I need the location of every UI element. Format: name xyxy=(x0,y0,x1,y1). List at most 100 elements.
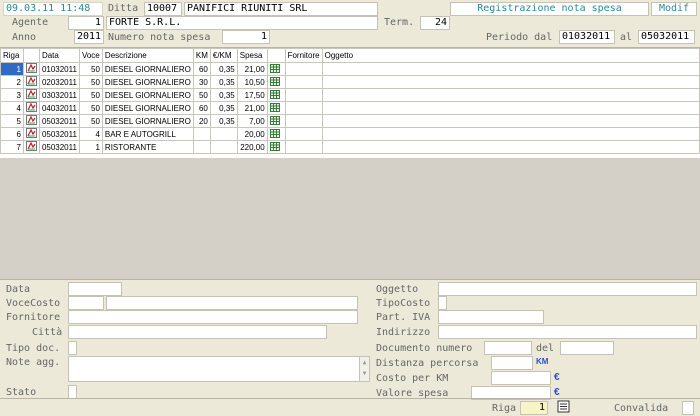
expense-grid[interactable]: Riga Data Voce Descrizione KM €/KM Spesa… xyxy=(0,47,700,280)
riga-field[interactable]: 1 xyxy=(520,401,548,415)
edit-icon[interactable] xyxy=(22,140,40,154)
indirizzo-field[interactable] xyxy=(438,325,697,339)
cell-descrizione: DIESEL GIORNALIERO xyxy=(101,101,194,115)
agente-code-field[interactable]: 1 xyxy=(68,16,104,30)
data-field[interactable] xyxy=(68,282,122,296)
col-header-descrizione[interactable]: Descrizione xyxy=(101,48,194,63)
vocecosto-code-field[interactable] xyxy=(68,296,104,310)
cell-riga: 2 xyxy=(0,75,24,89)
documento-numero-field[interactable] xyxy=(484,341,532,355)
tipodoc-field[interactable] xyxy=(68,341,77,355)
oggetto-field[interactable] xyxy=(438,282,697,296)
col-header-data[interactable]: Data xyxy=(38,48,80,63)
spreadsheet-icon[interactable] xyxy=(266,101,286,115)
table-row[interactable]: 5 05032011 50 DIESEL GIORNALIERO 20 0,35 7,00 xyxy=(0,114,700,128)
cell-riga: 3 xyxy=(0,88,24,102)
edit-icon[interactable] xyxy=(22,75,40,89)
edit-icon[interactable] xyxy=(22,62,40,76)
cell-riga: 1 xyxy=(0,62,24,76)
noteagg-textarea[interactable] xyxy=(68,356,370,382)
col-header-sheet xyxy=(266,48,286,63)
cell-oggetto xyxy=(321,75,700,89)
anno-field[interactable]: 2011 xyxy=(74,30,104,44)
edit-icon[interactable] xyxy=(22,127,40,141)
tipocosto-field[interactable] xyxy=(438,296,447,310)
spreadsheet-icon[interactable] xyxy=(266,127,286,141)
edit-icon[interactable] xyxy=(22,101,40,115)
cell-riga: 6 xyxy=(0,127,24,141)
euro-unit-valore: € xyxy=(554,387,560,398)
cell-eur-km: 0,35 xyxy=(209,75,238,89)
cell-descrizione: DIESEL GIORNALIERO xyxy=(101,88,194,102)
costokm-field[interactable] xyxy=(491,371,551,385)
cell-voce: 50 xyxy=(78,75,103,89)
edit-icon[interactable] xyxy=(22,88,40,102)
cell-spesa: 21,00 xyxy=(236,62,268,76)
cell-voce: 50 xyxy=(78,62,103,76)
cell-oggetto xyxy=(321,114,700,128)
datetime-display: 09.03.11 11:48 xyxy=(3,2,103,16)
citta-field[interactable] xyxy=(68,325,327,339)
scroll-up-icon[interactable]: ▲ xyxy=(360,357,369,368)
riga-label: Riga xyxy=(492,403,517,414)
table-row[interactable]: 7 05032011 1 RISTORANTE 220,00 xyxy=(0,140,700,154)
cell-spesa: 20,00 xyxy=(236,127,268,141)
cell-descrizione: RISTORANTE xyxy=(101,140,194,154)
col-header-fornitore[interactable]: Fornitore xyxy=(284,48,323,63)
periodo-al-field[interactable]: 05032011 xyxy=(638,30,695,44)
cell-data: 03032011 xyxy=(38,88,80,102)
col-header-km[interactable]: KM xyxy=(192,48,211,63)
fornitore-field[interactable] xyxy=(68,310,358,324)
col-header-eur-km[interactable]: €/KM xyxy=(209,48,238,63)
cell-data: 02032011 xyxy=(38,75,80,89)
cell-spesa: 220,00 xyxy=(236,140,268,154)
col-header-icon xyxy=(22,48,40,63)
col-header-oggetto[interactable]: Oggetto xyxy=(321,48,700,63)
term-field: 24 xyxy=(420,16,450,30)
cell-oggetto xyxy=(321,101,700,115)
ditta-name-field: PANIFICI RIUNITI SRL xyxy=(184,2,378,16)
numero-nota-field[interactable]: 1 xyxy=(222,30,270,44)
noteagg-scrollbar[interactable]: ▲ ▼ xyxy=(359,357,369,381)
cell-eur-km: 0,35 xyxy=(209,62,238,76)
stato-label: Stato xyxy=(6,387,37,398)
spreadsheet-icon[interactable] xyxy=(266,140,286,154)
cell-km: 60 xyxy=(192,62,211,76)
edit-icon[interactable] xyxy=(22,114,40,128)
table-row[interactable]: 4 04032011 50 DIESEL GIORNALIERO 60 0,35 21,00 xyxy=(0,101,700,115)
document-icon[interactable] xyxy=(557,400,571,413)
table-header-row: Riga Data Voce Descrizione KM €/KM Spesa… xyxy=(0,48,700,63)
col-header-voce[interactable]: Voce xyxy=(78,48,103,63)
documento-data-field[interactable] xyxy=(560,341,614,355)
spreadsheet-icon[interactable] xyxy=(266,88,286,102)
spreadsheet-icon[interactable] xyxy=(266,75,286,89)
indirizzo-label: Indirizzo xyxy=(376,327,431,338)
anno-label: Anno xyxy=(12,32,37,43)
cell-voce: 50 xyxy=(78,101,103,115)
cell-descrizione: DIESEL GIORNALIERO xyxy=(101,75,194,89)
cell-eur-km: 0,35 xyxy=(209,101,238,115)
cell-oggetto xyxy=(321,140,700,154)
page-title: Registrazione nota spesa xyxy=(450,2,649,16)
ditta-code-field[interactable]: 10007 xyxy=(144,2,182,16)
table-row[interactable]: 3 03032011 50 DIESEL GIORNALIERO 50 0,35 17,50 xyxy=(0,88,700,102)
cell-voce: 50 xyxy=(78,114,103,128)
convalida-checkbox[interactable] xyxy=(682,401,694,415)
spreadsheet-icon[interactable] xyxy=(266,62,286,76)
partiva-field[interactable] xyxy=(438,310,544,324)
table-row[interactable]: 6 05032011 4 BAR E AUTOGRILL 20,00 xyxy=(0,127,700,141)
cell-riga: 4 xyxy=(0,101,24,115)
periodo-dal-field[interactable]: 01032011 xyxy=(559,30,615,44)
table-row[interactable]: 2 02032011 50 DIESEL GIORNALIERO 30 0,35 10,50 xyxy=(0,75,700,89)
col-header-spesa[interactable]: Spesa xyxy=(236,48,268,63)
spreadsheet-icon[interactable] xyxy=(266,114,286,128)
scroll-down-icon[interactable]: ▼ xyxy=(360,368,369,379)
cell-fornitore xyxy=(284,101,323,115)
stato-field[interactable] xyxy=(68,385,77,399)
vocecosto-label: VoceCosto xyxy=(6,298,61,309)
cell-data: 01032011 xyxy=(38,62,80,76)
cell-voce: 4 xyxy=(78,127,103,141)
col-header-riga[interactable]: Riga xyxy=(0,48,24,63)
distanza-field[interactable] xyxy=(491,356,533,370)
table-row[interactable]: 1 01032011 50 DIESEL GIORNALIERO 60 0,35 21,00 xyxy=(0,62,700,76)
